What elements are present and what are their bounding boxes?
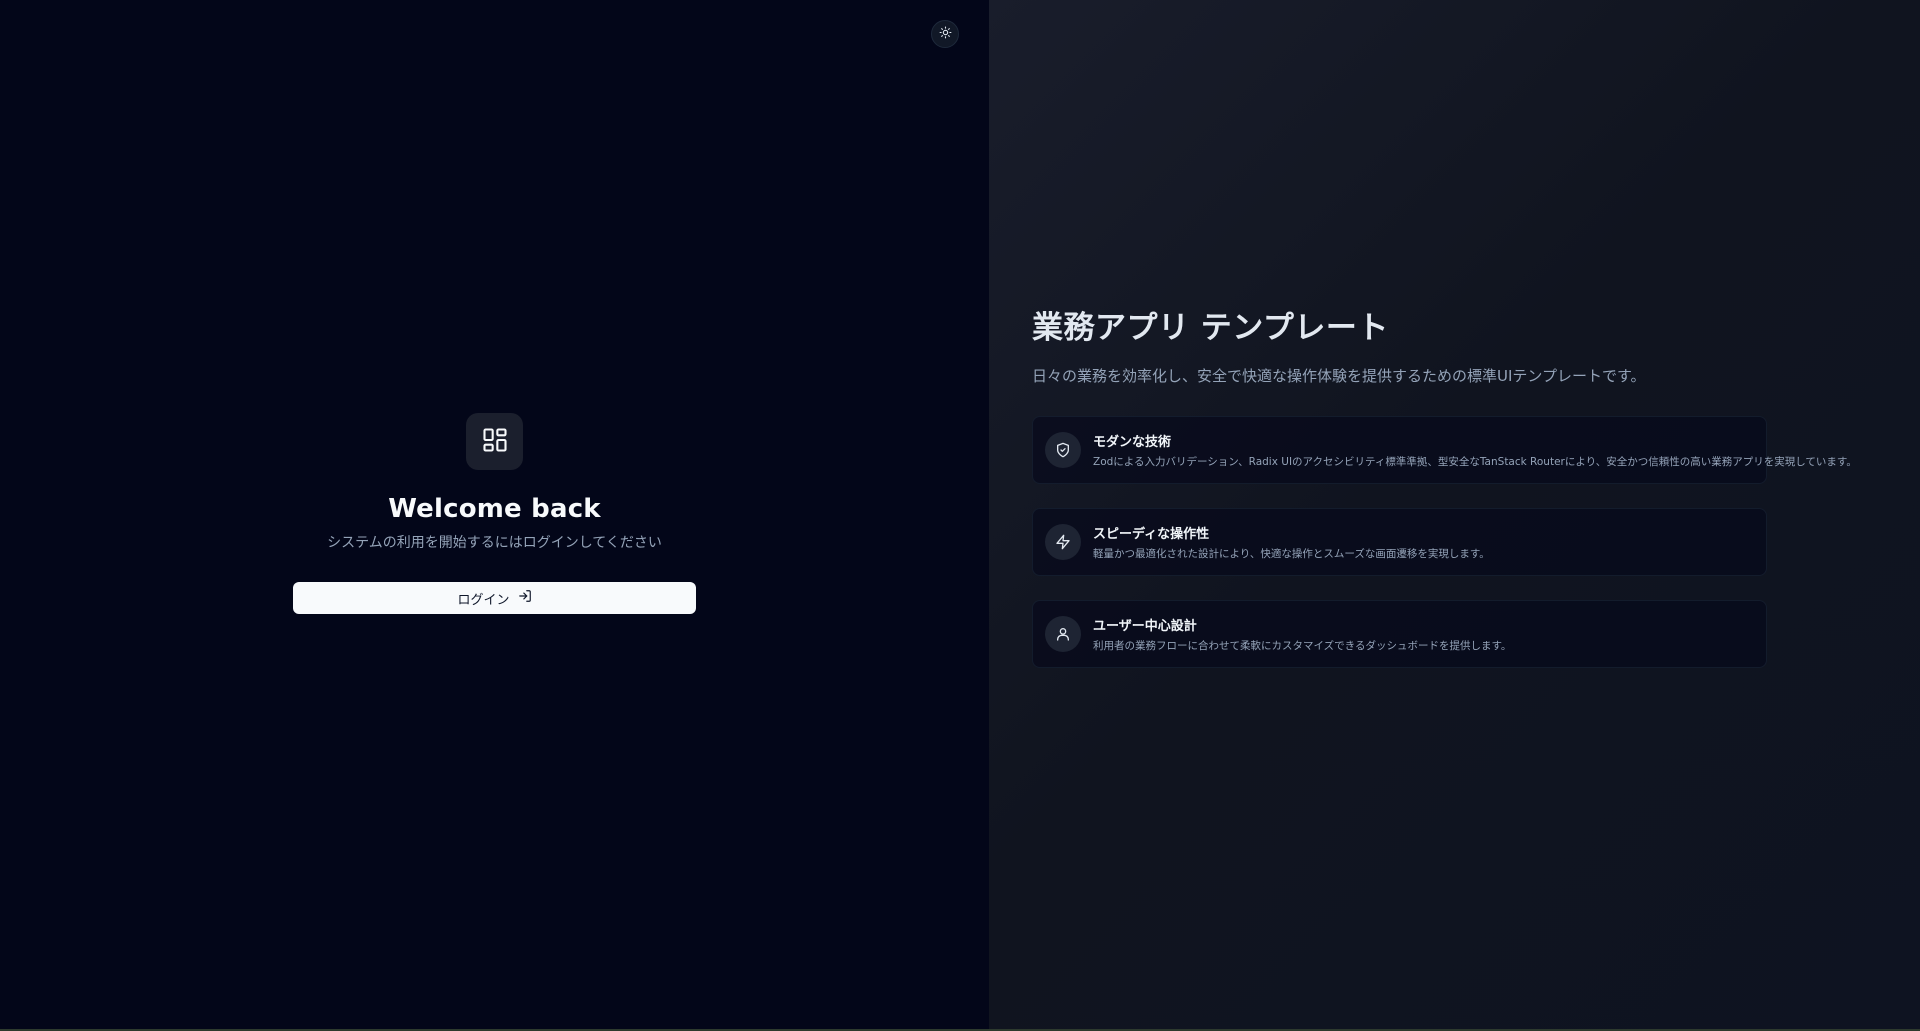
feature-description: 軽量かつ最適化された設計により、快適な操作とスムーズな画面遷移を実現します。: [1093, 548, 1490, 560]
login-button[interactable]: ログイン: [293, 582, 696, 614]
sun-icon: [939, 26, 952, 42]
intro-panel: 業務アプリ テンプレート 日々の業務を効率化し、安全で快適な操作体験を提供するた…: [989, 0, 1920, 1029]
feature-title: ユーザー中心設計: [1093, 619, 1197, 634]
app-logo: [466, 413, 523, 470]
welcome-subtitle: システムの利用を開始するにはログインしてください: [327, 535, 662, 551]
feature-description: Zodによる入力バリデーション、Radix UIのアクセシビリティ標準準拠、型安…: [1093, 456, 1857, 468]
shield-check-icon: [1045, 432, 1081, 468]
feature-list: モダンな技術 Zodによる入力バリデーション、Radix UIのアクセシビリティ…: [1032, 416, 1857, 668]
user-icon: [1045, 616, 1081, 652]
feature-card: モダンな技術 Zodによる入力バリデーション、Radix UIのアクセシビリティ…: [1032, 416, 1857, 484]
dashboard-grid-icon: [481, 426, 509, 458]
feature-text: モダンな技術 Zodによる入力バリデーション、Radix UIのアクセシビリティ…: [1093, 431, 1857, 469]
theme-toggle-button[interactable]: [931, 20, 959, 48]
login-button-label: ログイン: [457, 592, 510, 608]
hero-title: 業務アプリ テンプレート: [1032, 310, 1389, 346]
feature-text: ユーザー中心設計 利用者の業務フローに合わせて柔軟にカスタマイズできるダッシュボ…: [1093, 615, 1511, 653]
intro-content: 業務アプリ テンプレート 日々の業務を効率化し、安全で快適な操作体験を提供するた…: [1032, 302, 1857, 668]
feature-card: スピーディな操作性 軽量かつ最適化された設計により、快適な操作とスムーズな画面遷…: [1032, 508, 1767, 576]
hero-description: 日々の業務を効率化し、安全で快適な操作体験を提供するための標準UIテンプレートで…: [1032, 367, 1646, 385]
feature-title: モダンな技術: [1093, 435, 1172, 450]
feature-title: スピーディな操作性: [1093, 527, 1210, 542]
feature-description: 利用者の業務フローに合わせて柔軟にカスタマイズできるダッシュボードを提供します。: [1093, 640, 1512, 652]
login-card: Welcome back システムの利用を開始するにはログインしてください ログ…: [293, 413, 696, 614]
log-in-icon: [518, 589, 532, 607]
feature-text: スピーディな操作性 軽量かつ最適化された設計により、快適な操作とスムーズな画面遷…: [1093, 523, 1490, 561]
lightning-icon: [1045, 524, 1081, 560]
login-panel: Welcome back システムの利用を開始するにはログインしてください ログ…: [0, 0, 989, 1029]
welcome-title: Welcome back: [388, 494, 601, 524]
feature-card: ユーザー中心設計 利用者の業務フローに合わせて柔軟にカスタマイズできるダッシュボ…: [1032, 600, 1767, 668]
login-page: Welcome back システムの利用を開始するにはログインしてください ログ…: [0, 0, 1920, 1031]
